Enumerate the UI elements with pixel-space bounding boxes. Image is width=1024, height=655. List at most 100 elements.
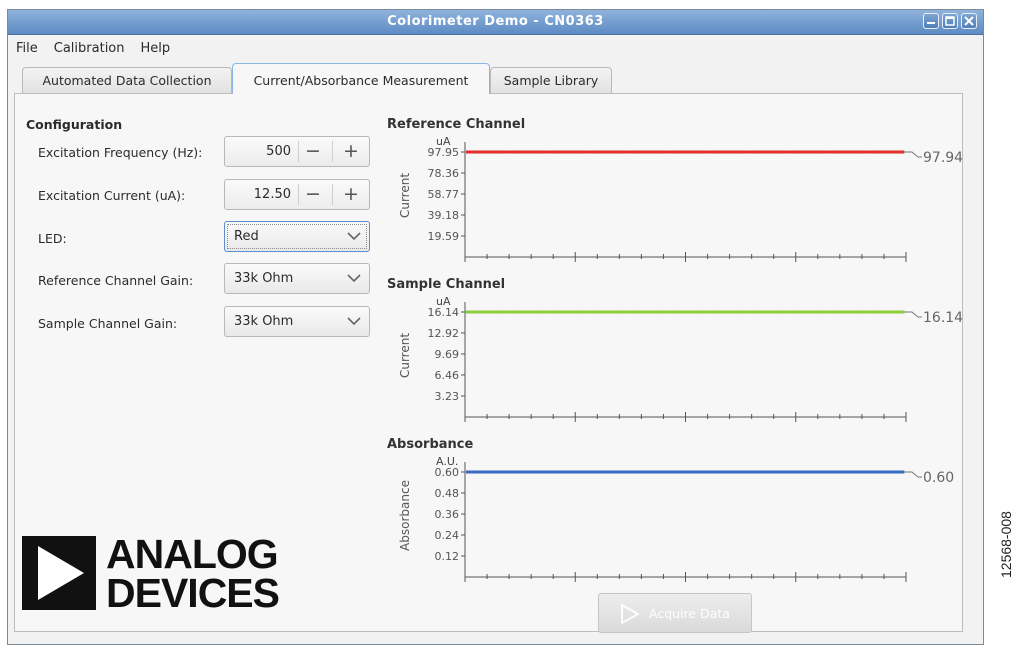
data-point <box>876 150 880 154</box>
data-point <box>581 310 585 314</box>
data-point <box>821 470 825 474</box>
data-point <box>616 310 620 314</box>
data-point <box>791 310 795 314</box>
data-point <box>806 150 810 154</box>
data-point <box>861 310 865 314</box>
y-tick-label: 0.60 <box>435 466 460 479</box>
excitation-current-stepper[interactable]: 12.50 − + <box>224 179 370 210</box>
data-point <box>621 470 625 474</box>
data-point <box>771 150 775 154</box>
reference-gain-select[interactable]: 33k Ohm <box>224 263 370 294</box>
data-point <box>666 150 670 154</box>
maximize-icon[interactable] <box>942 13 958 29</box>
data-point <box>686 310 690 314</box>
data-point <box>826 150 830 154</box>
chevron-down-icon <box>347 317 361 326</box>
data-point <box>581 470 585 474</box>
absorbance-chart: A.U.Absorbance0.600.480.360.240.120.60 <box>398 455 954 582</box>
data-point <box>646 470 650 474</box>
current-value-label: 97.94 <box>923 150 963 166</box>
data-point <box>521 470 525 474</box>
reference-gain-label: Reference Channel Gain: <box>38 273 194 288</box>
acquire-data-button[interactable]: Acquire Data <box>598 593 752 633</box>
data-point <box>566 470 570 474</box>
data-point <box>586 310 590 314</box>
data-point <box>751 310 755 314</box>
data-point <box>716 470 720 474</box>
close-icon[interactable] <box>961 13 977 29</box>
data-point <box>591 150 595 154</box>
minus-icon[interactable]: − <box>301 137 325 166</box>
y-tick-label: 6.46 <box>435 369 460 382</box>
sample-gain-select[interactable]: 33k Ohm <box>224 306 370 337</box>
data-point <box>721 470 725 474</box>
data-point <box>691 310 695 314</box>
y-tick-label: 3.23 <box>435 390 460 403</box>
tab-current-absorbance-measurement[interactable]: Current/Absorbance Measurement <box>232 63 490 94</box>
menu-help[interactable]: Help <box>141 41 171 56</box>
plus-icon[interactable]: + <box>339 137 363 166</box>
minimize-icon[interactable] <box>923 13 939 29</box>
data-point <box>511 310 515 314</box>
minus-icon[interactable]: − <box>301 180 325 209</box>
data-point <box>641 470 645 474</box>
data-point <box>481 150 485 154</box>
plus-icon[interactable]: + <box>339 180 363 209</box>
data-point <box>551 310 555 314</box>
data-point <box>821 310 825 314</box>
data-point <box>781 310 785 314</box>
y-axis-label: Absorbance <box>398 480 412 551</box>
current-value-label: 16.14 <box>923 310 963 326</box>
data-point <box>896 470 900 474</box>
data-point <box>726 310 730 314</box>
data-point <box>651 470 655 474</box>
data-point <box>751 470 755 474</box>
y-tick-label: 78.36 <box>428 167 460 180</box>
data-point <box>861 150 865 154</box>
data-point <box>556 150 560 154</box>
led-select[interactable]: Red <box>224 221 370 252</box>
data-point <box>856 470 860 474</box>
data-point <box>841 310 845 314</box>
data-point <box>481 310 485 314</box>
data-point <box>661 470 665 474</box>
data-point <box>471 470 475 474</box>
tab-sample-library[interactable]: Sample Library <box>490 67 612 93</box>
data-point <box>516 470 520 474</box>
data-point <box>681 310 685 314</box>
excitation-frequency-value[interactable]: 500 <box>225 137 297 166</box>
data-point <box>626 310 630 314</box>
data-point <box>546 150 550 154</box>
data-point <box>706 470 710 474</box>
menu-file[interactable]: File <box>16 41 38 56</box>
data-point <box>511 470 515 474</box>
title-bar[interactable]: Colorimeter Demo - CN0363 <box>8 10 983 35</box>
window-title: Colorimeter Demo - CN0363 <box>387 14 604 29</box>
data-point <box>591 310 595 314</box>
data-point <box>476 470 480 474</box>
data-point <box>501 310 505 314</box>
data-point <box>761 310 765 314</box>
data-point <box>521 150 525 154</box>
data-point <box>791 150 795 154</box>
data-point <box>536 310 540 314</box>
excitation-current-value[interactable]: 12.50 <box>225 180 297 209</box>
excitation-frequency-stepper[interactable]: 500 − + <box>224 136 370 167</box>
data-point <box>571 150 575 154</box>
data-point <box>811 310 815 314</box>
data-point <box>816 150 820 154</box>
led-select-value: Red <box>234 229 259 244</box>
data-point <box>771 470 775 474</box>
data-point <box>731 150 735 154</box>
tab-automated-data-collection[interactable]: Automated Data Collection <box>22 67 232 93</box>
data-point <box>891 150 895 154</box>
data-point <box>471 150 475 154</box>
data-point <box>811 150 815 154</box>
data-point <box>556 310 560 314</box>
data-point <box>716 150 720 154</box>
data-point <box>551 150 555 154</box>
data-point <box>616 150 620 154</box>
menu-calibration[interactable]: Calibration <box>54 41 125 56</box>
data-point <box>811 470 815 474</box>
data-point <box>606 310 610 314</box>
